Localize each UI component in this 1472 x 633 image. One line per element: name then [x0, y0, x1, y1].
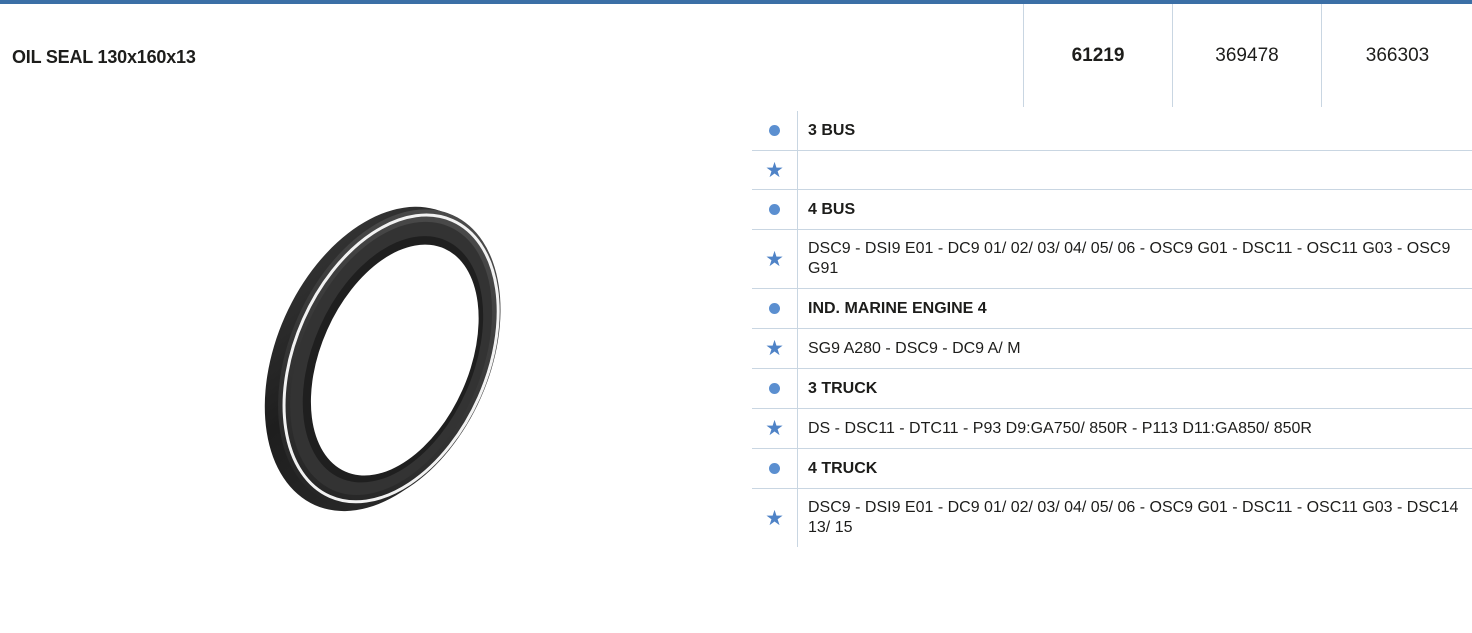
star-icon: ★ — [752, 489, 798, 547]
oil-seal-image — [264, 206, 501, 512]
application-category-row: 3 TRUCK — [752, 369, 1472, 409]
dot-icon — [752, 289, 798, 328]
application-models-row: ★ SG9 A280 - DSC9 - DC9 A/ M — [752, 329, 1472, 369]
dot-icon — [752, 449, 798, 488]
category-label: 4 BUS — [808, 200, 856, 218]
category-label: 3 BUS — [808, 121, 856, 139]
models-text: DSC9 - DSI9 E01 - DC9 01/ 02/ 03/ 04/ 05… — [808, 499, 1459, 536]
dot-icon — [752, 111, 798, 150]
category-label: IND. MARINE ENGINE 4 — [808, 299, 987, 317]
models-text: SG9 A280 - DSC9 - DC9 A/ M — [808, 339, 1021, 357]
star-icon: ★ — [752, 151, 798, 189]
application-category-row: 4 BUS — [752, 190, 1472, 230]
application-category-row: 3 BUS — [752, 111, 1472, 151]
application-models-row: ★ DS - DSC11 - DTC11 - P93 D9:GA750/ 850… — [752, 409, 1472, 449]
product-title: OIL SEAL 130x160x13 — [12, 47, 196, 67]
star-icon: ★ — [752, 329, 798, 368]
application-category-row: 4 TRUCK — [752, 449, 1472, 489]
models-text: DS - DSC11 - DTC11 - P93 D9:GA750/ 850R … — [808, 419, 1312, 437]
reference-code-2: 366303 — [1321, 4, 1472, 107]
dot-icon — [752, 190, 798, 229]
models-text — [798, 151, 1472, 189]
star-icon: ★ — [752, 409, 798, 448]
dot-icon — [752, 369, 798, 408]
application-category-row: IND. MARINE ENGINE 4 — [752, 289, 1472, 329]
applications-table: 3 BUS ★ 4 BUS ★ DSC9 - DSI9 E01 - DC9 01… — [752, 111, 1472, 547]
reference-code-1: 369478 — [1172, 4, 1321, 107]
category-label: 4 TRUCK — [808, 459, 878, 477]
application-models-row: ★ DSC9 - DSI9 E01 - DC9 01/ 02/ 03/ 04/ … — [752, 230, 1472, 289]
models-text: DSC9 - DSI9 E01 - DC9 01/ 02/ 03/ 04/ 05… — [808, 240, 1451, 277]
primary-part-code: 61219 — [1023, 4, 1172, 107]
star-icon: ★ — [752, 230, 798, 288]
application-models-row: ★ — [752, 151, 1472, 190]
application-models-row: ★ DSC9 - DSI9 E01 - DC9 01/ 02/ 03/ 04/ … — [752, 489, 1472, 547]
category-label: 3 TRUCK — [808, 379, 878, 397]
product-header: OIL SEAL 130x160x13 61219 369478 366303 — [0, 4, 1472, 107]
